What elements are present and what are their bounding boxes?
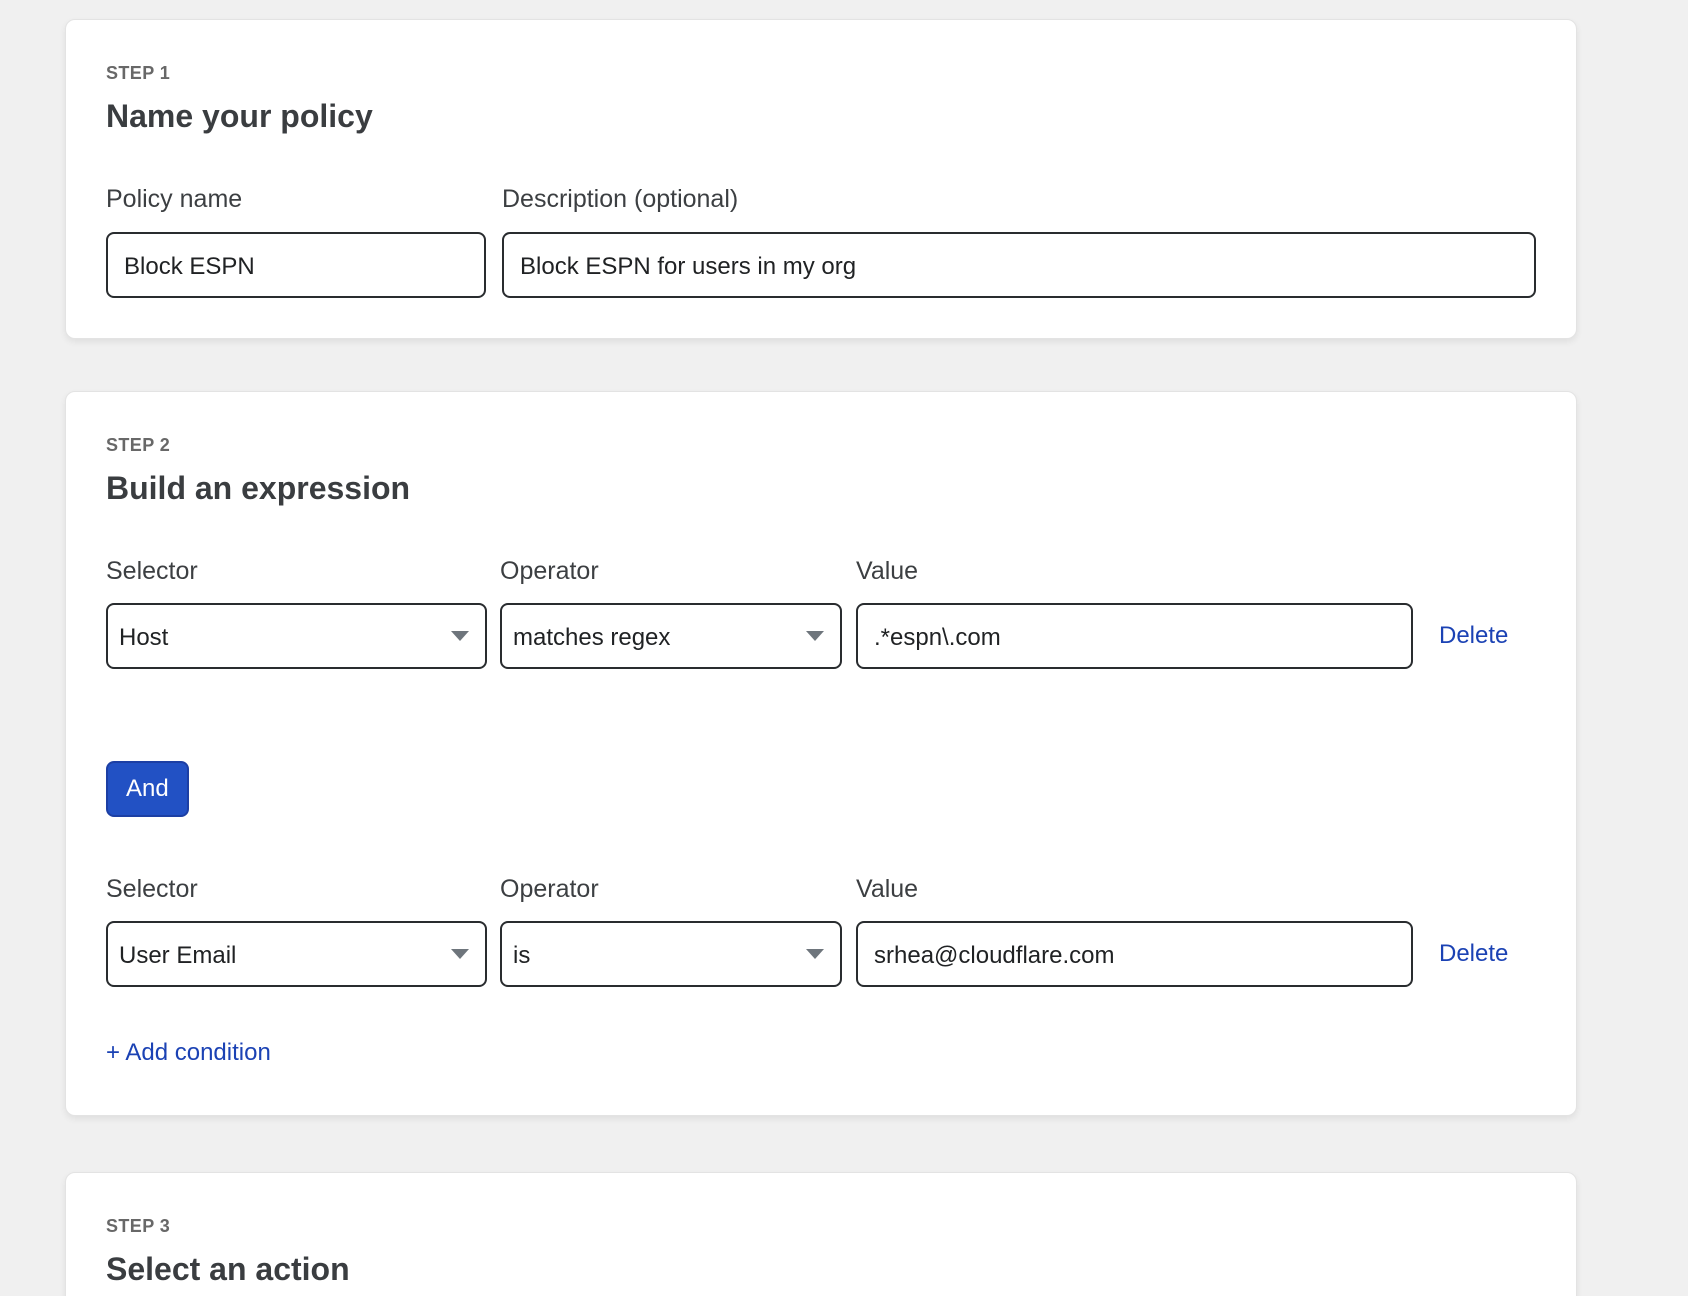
- value-label: Value: [856, 559, 1413, 584]
- value-input[interactable]: [856, 921, 1413, 987]
- selector-select[interactable]: Host: [106, 603, 487, 669]
- operator-select-value: is: [513, 942, 530, 970]
- step3-title: Select an action: [106, 1253, 1536, 1285]
- delete-condition-link[interactable]: Delete: [1439, 624, 1508, 648]
- selector-label: Selector: [106, 877, 487, 902]
- condition-row-1: Selector Operator Value Host matches reg…: [106, 559, 1536, 669]
- condition-labels-row: Selector Operator Value: [106, 559, 1536, 584]
- operator-select-value: matches regex: [513, 624, 670, 652]
- step2-eyebrow: STEP 2: [106, 434, 1536, 456]
- step1-card: STEP 1 Name your policy Policy name Desc…: [65, 19, 1577, 339]
- step2-title: Build an expression: [106, 472, 1536, 504]
- step3-eyebrow: STEP 3: [106, 1215, 1536, 1237]
- policy-name-input[interactable]: [106, 232, 486, 298]
- condition-controls-row: User Email is Delete: [106, 921, 1536, 987]
- operator-select[interactable]: matches regex: [500, 603, 842, 669]
- chevron-down-icon: [806, 631, 824, 641]
- selector-label: Selector: [106, 559, 487, 584]
- policy-name-field: Policy name: [106, 187, 486, 298]
- add-condition-link[interactable]: + Add condition: [106, 1041, 271, 1065]
- chevron-down-icon: [806, 949, 824, 959]
- selector-select[interactable]: User Email: [106, 921, 487, 987]
- chevron-down-icon: [451, 949, 469, 959]
- step1-eyebrow: STEP 1: [106, 62, 1536, 84]
- condition-labels-row: Selector Operator Value: [106, 877, 1536, 902]
- description-label: Description (optional): [502, 187, 1536, 212]
- selector-select-value: User Email: [119, 942, 236, 970]
- policy-name-label: Policy name: [106, 187, 486, 212]
- operator-label: Operator: [500, 559, 842, 584]
- operator-label: Operator: [500, 877, 842, 902]
- description-field: Description (optional): [502, 187, 1536, 298]
- value-label: Value: [856, 877, 1413, 902]
- selector-select-value: Host: [119, 624, 168, 652]
- value-input[interactable]: [856, 603, 1413, 669]
- delete-condition-link[interactable]: Delete: [1439, 942, 1508, 966]
- condition-row-2: Selector Operator Value User Email is De…: [106, 877, 1536, 987]
- description-input[interactable]: [502, 232, 1536, 298]
- step3-card: STEP 3 Select an action: [65, 1172, 1577, 1296]
- step1-title: Name your policy: [106, 100, 1536, 132]
- step2-card: STEP 2 Build an expression Selector Oper…: [65, 391, 1577, 1116]
- chevron-down-icon: [451, 631, 469, 641]
- step1-form-row: Policy name Description (optional): [106, 187, 1536, 298]
- and-button[interactable]: And: [106, 761, 189, 817]
- operator-select[interactable]: is: [500, 921, 842, 987]
- condition-controls-row: Host matches regex Delete: [106, 603, 1536, 669]
- policy-builder-page: STEP 1 Name your policy Policy name Desc…: [0, 0, 1688, 1296]
